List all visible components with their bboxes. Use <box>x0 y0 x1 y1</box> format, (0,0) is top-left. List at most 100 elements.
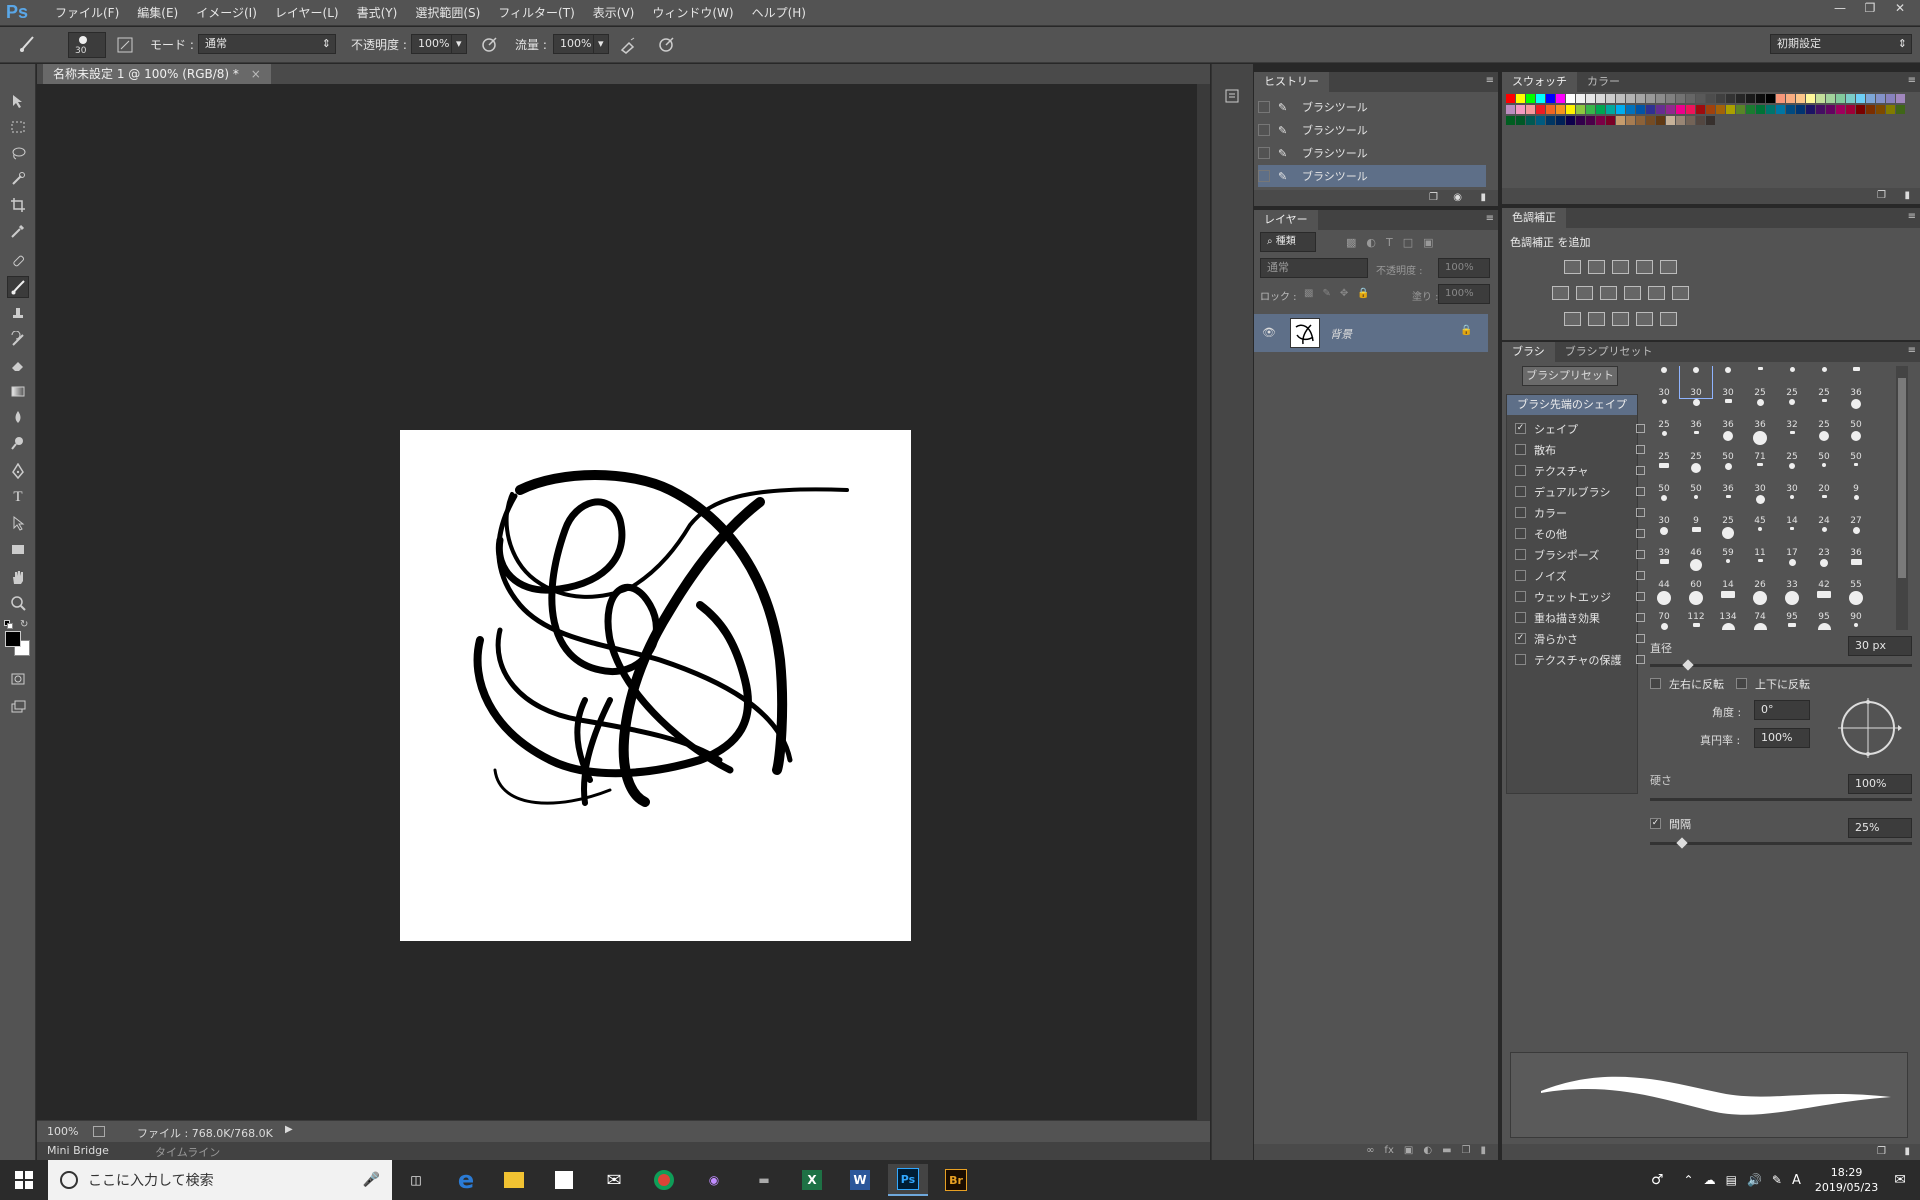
swatch-cell[interactable] <box>1546 116 1555 125</box>
pixel-filter-icon[interactable]: ▩ <box>1346 236 1356 249</box>
gradient-map-icon[interactable] <box>1660 312 1677 326</box>
swatch-cell[interactable] <box>1876 94 1885 103</box>
levels-icon[interactable] <box>1588 260 1605 274</box>
notification-icon[interactable]: ✉ <box>1894 1172 1906 1188</box>
swatch-cell[interactable] <box>1676 94 1685 103</box>
swatch-cell[interactable] <box>1616 116 1625 125</box>
spacing-slider-thumb[interactable] <box>1676 837 1688 849</box>
brush-tip[interactable]: 9 <box>1840 462 1872 494</box>
brush-tip[interactable]: 14 <box>1712 558 1744 590</box>
swatch-cell[interactable] <box>1606 94 1615 103</box>
brush-tip[interactable]: 25 <box>1808 366 1840 398</box>
brush-option-checkbox[interactable]: ✓ <box>1515 423 1526 434</box>
restore-icon[interactable]: ❐ <box>1858 0 1882 16</box>
brush-option-lock-icon[interactable] <box>1636 592 1645 601</box>
new-brush-icon[interactable]: ❐ <box>1877 1146 1886 1157</box>
swatch-cell[interactable] <box>1686 94 1695 103</box>
layer-name[interactable]: 背景 <box>1330 326 1352 342</box>
swatch-cell[interactable] <box>1586 105 1595 114</box>
pressure-opacity-icon[interactable] <box>478 34 500 56</box>
brush-tip[interactable]: 60 <box>1680 558 1712 590</box>
brush-option-row[interactable]: テクスチャの保護 <box>1515 650 1645 669</box>
brush-tip[interactable]: 36 <box>1840 526 1872 558</box>
swatch-cell[interactable] <box>1666 94 1675 103</box>
lock-transparent-icon[interactable]: ▩ <box>1304 288 1313 299</box>
menu-layer[interactable]: レイヤー(L) <box>266 0 348 26</box>
swatch-cell[interactable] <box>1886 105 1895 114</box>
curves-icon[interactable] <box>1612 260 1629 274</box>
history-item-selected[interactable]: ✎ ブラシツール <box>1258 165 1486 187</box>
brush-panel-toggle-icon[interactable] <box>114 34 136 56</box>
swatch-cell[interactable] <box>1586 116 1595 125</box>
brightness-icon[interactable] <box>1564 260 1581 274</box>
brush-option-lock-icon[interactable] <box>1636 613 1645 622</box>
swatch-cell[interactable] <box>1626 105 1635 114</box>
swatch-cell[interactable] <box>1656 116 1665 125</box>
brush-tip[interactable]: 63 <box>1712 622 1744 630</box>
network-icon[interactable]: ▤ <box>1726 1173 1737 1187</box>
brush-option-lock-icon[interactable] <box>1636 571 1645 580</box>
swatch-cell[interactable] <box>1606 116 1615 125</box>
brush-option-checkbox[interactable] <box>1515 507 1526 518</box>
swatch-cell[interactable] <box>1696 94 1705 103</box>
swap-colors-icon[interactable]: ↻ <box>20 619 28 630</box>
opacity-input[interactable]: 100% <box>411 34 453 54</box>
brush-tip[interactable]: 30 <box>1744 462 1776 494</box>
brush-tip[interactable]: 30 <box>1648 366 1680 398</box>
brush-presets-button[interactable]: ブラシプリセット <box>1522 366 1618 386</box>
brush-tip[interactable]: 25 <box>1744 366 1776 398</box>
brush-tip[interactable]: 112 <box>1680 590 1712 622</box>
menu-filter[interactable]: フィルター(T) <box>489 0 583 26</box>
mode-select[interactable]: 通常 ⇕ <box>198 34 336 54</box>
brush-option-checkbox[interactable]: ✓ <box>1515 633 1526 644</box>
swatch-cell[interactable] <box>1686 116 1695 125</box>
layer-blend-select[interactable]: 通常 <box>1260 258 1368 278</box>
menu-edit[interactable]: 編集(E) <box>128 0 187 26</box>
diameter-slider[interactable] <box>1650 659 1912 671</box>
color-lookup-icon[interactable] <box>1672 286 1689 300</box>
swatch-cell[interactable] <box>1536 94 1545 103</box>
posterize-icon[interactable] <box>1588 312 1605 326</box>
brush-tip[interactable]: 27 <box>1840 494 1872 526</box>
snapshot-icon[interactable]: ◉ <box>1453 192 1462 203</box>
brush-tool-preset-icon[interactable] <box>16 33 38 55</box>
brush-tip[interactable]: 36 <box>1744 398 1776 430</box>
swatch-cell[interactable] <box>1616 94 1625 103</box>
flip-y-checkbox[interactable] <box>1736 678 1747 689</box>
swatch-cell[interactable] <box>1556 116 1565 125</box>
type-filter-icon[interactable]: T <box>1386 236 1393 249</box>
swatch-cell[interactable] <box>1866 94 1875 103</box>
swatch-cell[interactable] <box>1756 94 1765 103</box>
quick-mask-icon[interactable] <box>7 668 29 690</box>
photoshop-taskbar-button[interactable]: Ps <box>888 1164 928 1196</box>
zoom-tool-icon[interactable] <box>7 592 29 614</box>
eraser-tool-icon[interactable] <box>7 354 29 376</box>
swatch-cell[interactable] <box>1626 94 1635 103</box>
swatch-cell[interactable] <box>1886 94 1895 103</box>
pressure-size-icon[interactable] <box>655 34 677 56</box>
brush-tip[interactable]: 36 <box>1712 398 1744 430</box>
brush-option-checkbox[interactable] <box>1515 591 1526 602</box>
close-icon[interactable]: ✕ <box>1888 0 1912 16</box>
swatch-cell[interactable] <box>1776 105 1785 114</box>
threshold-icon[interactable] <box>1612 312 1629 326</box>
swatch-cell[interactable] <box>1706 116 1715 125</box>
history-item[interactable]: ✎ ブラシツール <box>1258 96 1486 118</box>
screen-mode-icon[interactable] <box>7 696 29 718</box>
hand-tool-icon[interactable] <box>7 566 29 588</box>
brush-angle-preview[interactable] <box>1832 692 1904 764</box>
brush-tip[interactable]: 30 <box>1712 366 1744 398</box>
swatch-cell[interactable] <box>1806 94 1815 103</box>
adjustment-layer-icon[interactable]: ◐ <box>1423 1145 1432 1156</box>
menu-select[interactable]: 選択範囲(S) <box>406 0 489 26</box>
color-balance-icon[interactable] <box>1576 286 1593 300</box>
swatch-cell[interactable] <box>1706 105 1715 114</box>
doc-info-icon[interactable] <box>93 1126 105 1137</box>
flow-input[interactable]: 100% <box>553 34 595 54</box>
brush-option-checkbox[interactable] <box>1515 465 1526 476</box>
brush-tip[interactable]: 50 <box>1840 398 1872 430</box>
brush-tip[interactable]: 74 <box>1744 590 1776 622</box>
brush-option-row[interactable]: ノイズ <box>1515 566 1645 585</box>
swatch-cell[interactable] <box>1896 105 1905 114</box>
swatch-cell[interactable] <box>1686 105 1695 114</box>
